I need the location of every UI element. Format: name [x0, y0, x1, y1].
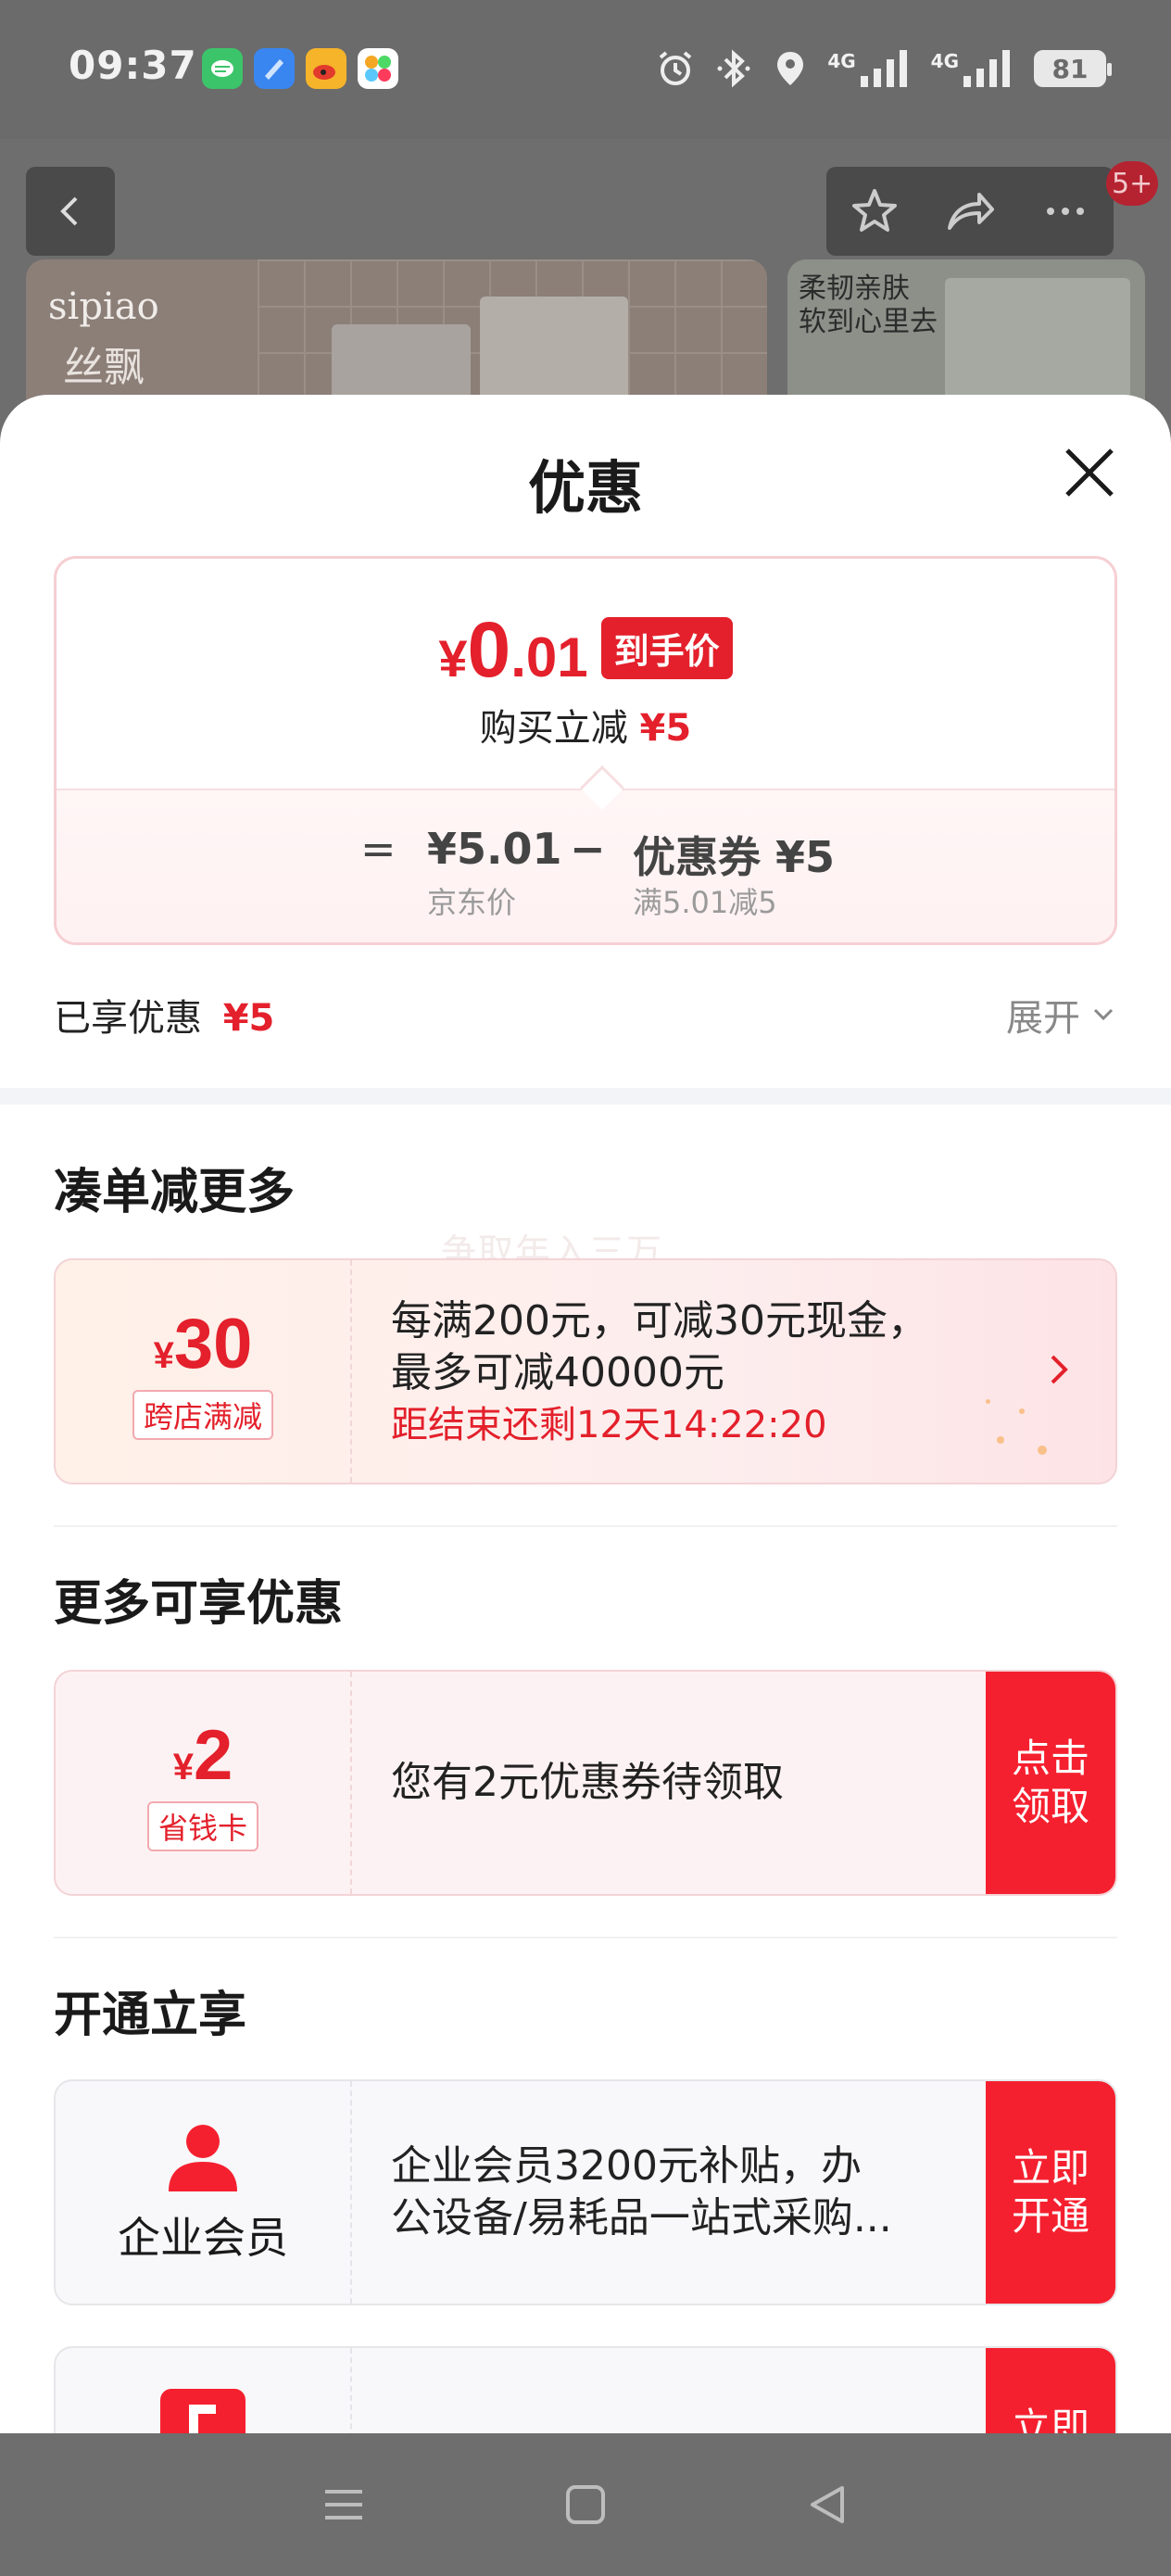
activate-membership-button[interactable]: 立即 开通 [986, 2081, 1115, 2304]
price-integer: 0 [467, 606, 511, 693]
location-icon [777, 52, 804, 85]
next-membership-card: 立即 [54, 2346, 1117, 2433]
share-icon[interactable] [944, 185, 996, 237]
coupon-value-block: ¥2 省钱卡 [56, 1672, 352, 1894]
final-price-area: ¥ 0 .01 到手价 购买立减 ¥5 [57, 559, 1114, 790]
system-navigation-bar [0, 2433, 1171, 2576]
countdown-timer: 距结束还剩12天14:22:20 [391, 1404, 827, 1446]
equals-sign: = [360, 824, 397, 874]
instant-discount-value: ¥5 [639, 707, 692, 750]
instant-discount-label: 购买立减 [479, 707, 628, 750]
home-icon[interactable] [563, 2482, 608, 2527]
membership-description-line2: 公设备/易耗品一站式采购... [391, 2194, 892, 2241]
coupon-currency: ¥ [153, 1334, 174, 1376]
enjoyed-discount-value: ¥5 [222, 997, 275, 1040]
price-formula: = ¥5.01 京东价 − 优惠券 ¥5 满5.01减5 [57, 789, 1114, 942]
product-banner-main: sipiao 丝飘 [26, 259, 767, 417]
person-icon [169, 2125, 237, 2191]
back-button[interactable] [26, 167, 115, 256]
activate-button-peek[interactable]: 立即 [986, 2348, 1115, 2433]
enjoyed-discount: 已享优惠 ¥5 [54, 988, 274, 1042]
section-title-membership: 开通立享 [54, 1988, 247, 2043]
coupon-amount-value: 2 [193, 1715, 233, 1795]
product-page-background: 5+ sipiao 丝飘 柔韧亲肤 软到心里去 [0, 139, 1171, 417]
membership-icon-block: 企业会员 [56, 2081, 352, 2304]
banner-slogan: 柔韧亲肤 软到心里去 [799, 272, 938, 339]
cross-store-coupon[interactable]: ¥30 跨店满减 每满200元，可减30元现金， 最多可减40000元 距结束还… [54, 1258, 1117, 1484]
signal-strength-1: 4G [827, 50, 910, 87]
jd-price-label: 京东价 [427, 885, 517, 920]
banner-slogan-line1: 柔韧亲肤 [799, 272, 910, 305]
coupon-amount: ¥2 [173, 1715, 233, 1796]
enterprise-membership-card: 企业会员 企业会员3200元补贴，办 公设备/易耗品一站式采购... 立即 开通 [54, 2079, 1117, 2305]
network-type-2: 4G [930, 50, 959, 72]
photos-icon [358, 48, 398, 89]
claim-coupon-button[interactable]: 点击 领取 [986, 1672, 1115, 1894]
coupon-amount-value: 30 [173, 1304, 253, 1383]
price-breakdown-card: ¥ 0 .01 到手价 购买立减 ¥5 = ¥5.01 京东价 − 优惠券 ¥5… [54, 556, 1117, 945]
notification-badge: 5+ [1106, 161, 1159, 206]
expand-label: 展开 [1006, 997, 1080, 1040]
more-options-icon[interactable] [1039, 185, 1091, 237]
expand-button[interactable]: 展开 [1006, 988, 1117, 1042]
final-price: ¥ 0 .01 到手价 [57, 605, 1114, 695]
membership-description: 企业会员3200元补贴，办 公设备/易耗品一站式采购... [391, 2140, 892, 2244]
network-type-1: 4G [827, 50, 856, 72]
wechat-icon [202, 48, 243, 89]
coupon-type-label: 跨店满减 [132, 1389, 273, 1440]
brand-logo: sipiao [48, 285, 159, 328]
menu-icon[interactable] [321, 2482, 366, 2527]
coupon-value: 优惠券 ¥5 [633, 832, 836, 882]
favorite-star-icon[interactable] [849, 185, 900, 237]
sheet-title: 优惠 [527, 454, 643, 522]
coupon-description: 您有2元优惠券待领取 [391, 1759, 784, 1806]
section-title-combine: 凑单减更多 [54, 1165, 296, 1220]
status-bar: 09:37 4G 4G 81 [0, 0, 1171, 139]
banner-slogan-line2: 软到心里去 [799, 306, 938, 338]
jd-price: ¥5.01 [427, 824, 562, 874]
bluetooth-icon [717, 49, 750, 88]
discount-sheet: 优惠 ¥ 0 .01 到手价 购买立减 ¥5 = ¥5.01 京东价 − 优惠券… [0, 395, 1171, 2433]
app-logo-icon [160, 2389, 246, 2433]
signal-strength-2: 4G [931, 50, 1014, 87]
coupon-type-label: 省钱卡 [146, 1800, 258, 1851]
price-decimal: .01 [510, 626, 588, 688]
action-group [826, 167, 1114, 256]
section-divider [0, 1088, 1171, 1105]
instant-discount: 购买立减 ¥5 [57, 698, 1114, 751]
coupon-description: 每满200元，可减30元现金， 最多可减40000元 距结束还剩12天14:22… [391, 1295, 928, 1451]
coupon-currency: ¥ [172, 1746, 194, 1787]
price-currency: ¥ [438, 629, 468, 688]
section-divider-line [54, 1937, 1117, 1938]
chevron-right-icon [1051, 1355, 1068, 1384]
coupon-description-line1: 每满200元，可减30元现金， [391, 1297, 928, 1345]
weibo-icon [306, 48, 346, 89]
close-icon[interactable] [1060, 443, 1119, 502]
coupon-amount: ¥30 [154, 1304, 253, 1384]
brand-logo-cn: 丝飘 [63, 344, 145, 391]
product-banner-side: 柔韧亲肤 软到心里去 [787, 259, 1145, 417]
membership-icon-block [56, 2348, 352, 2433]
minus-sign: − [570, 824, 606, 874]
membership-description-line1: 企业会员3200元补贴，办 [391, 2142, 862, 2190]
chevron-left-icon [60, 196, 78, 226]
membership-label: 企业会员 [118, 2213, 288, 2263]
savings-card-coupon: ¥2 省钱卡 您有2元优惠券待领取 点击 领取 [54, 1670, 1117, 1896]
section-divider-line [54, 1525, 1117, 1527]
status-icons: 4G 4G 81 [655, 43, 1112, 95]
coupon-condition: 满5.01减5 [633, 885, 777, 920]
section-title-more: 更多可享优惠 [54, 1576, 344, 1632]
coupon-value-block: ¥30 跨店满减 [56, 1260, 352, 1483]
enjoyed-discount-label: 已享优惠 [54, 997, 202, 1040]
alarm-icon [660, 51, 692, 85]
browser-icon [254, 48, 295, 89]
coupon-description-line2: 最多可减40000元 [391, 1349, 724, 1396]
chevron-down-icon [1093, 1008, 1114, 1021]
back-triangle-icon[interactable] [805, 2482, 850, 2527]
battery-indicator: 81 [1034, 50, 1112, 87]
status-time: 09:37 [69, 43, 197, 88]
final-price-tag: 到手价 [600, 617, 733, 679]
